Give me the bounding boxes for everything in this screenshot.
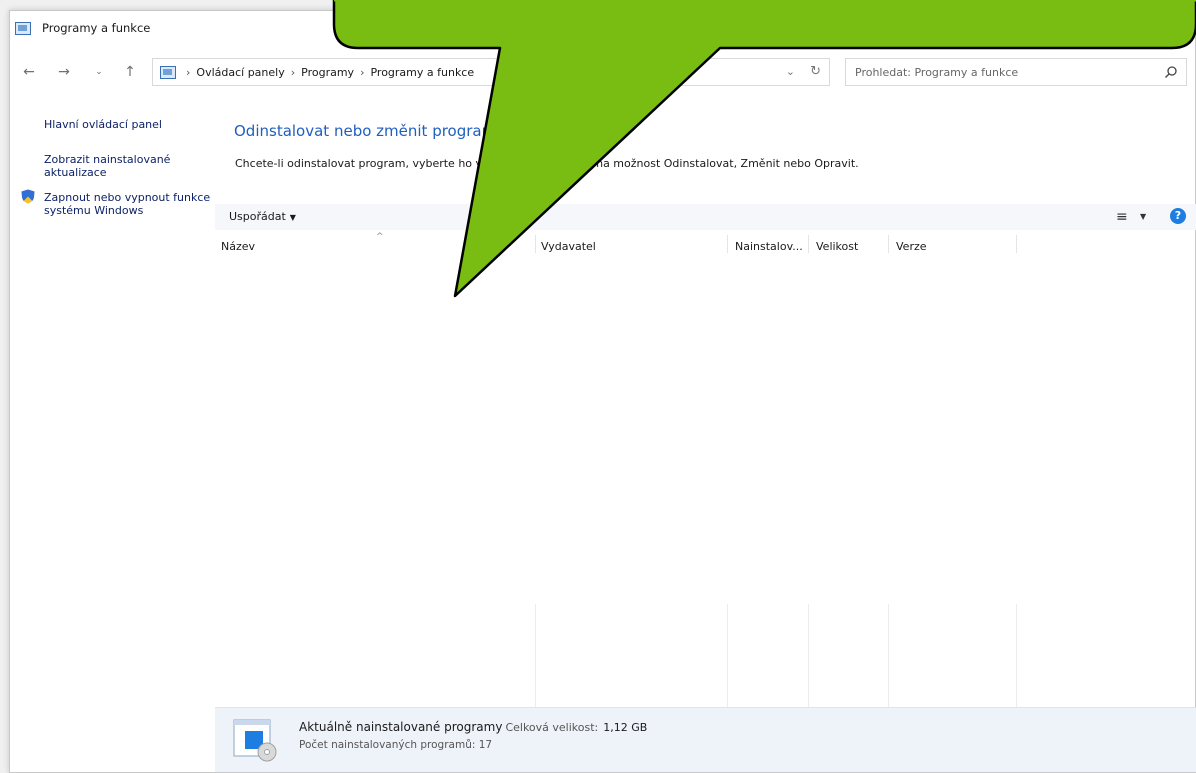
breadcrumb-separator: › (360, 65, 365, 79)
breadcrumb-control-panel[interactable]: Ovládací panely (196, 66, 284, 79)
column-divider[interactable] (888, 235, 889, 253)
column-publisher[interactable]: Vydavatel (541, 240, 596, 253)
up-button[interactable]: ↑ (120, 62, 140, 82)
column-gridline (535, 604, 536, 707)
organize-button[interactable]: Uspořádat ▼ (229, 210, 296, 223)
arrow-right-icon: → (58, 64, 70, 80)
breadcrumb-separator: › (290, 65, 296, 79)
address-bar: ← → ⌄ ↑ › Ovládací panely › Programy › P… (10, 58, 1195, 88)
control-panel-icon (160, 65, 176, 79)
column-gridline (1016, 604, 1017, 707)
programs-window: Programy a funkce ← → ⌄ ↑ › Ovládací pan… (9, 10, 1196, 773)
column-divider[interactable] (535, 235, 536, 253)
help-icon[interactable]: ? (1170, 208, 1186, 224)
column-gridline (727, 604, 728, 707)
program-count: Počet nainstalovaných programů: 17 (299, 739, 493, 751)
breadcrumb-programs-and-features[interactable]: Programy a funkce (370, 66, 474, 79)
refresh-icon[interactable]: ↻ (810, 64, 821, 79)
search-input[interactable]: Prohledat: Programy a funkce (845, 58, 1187, 86)
column-gridline (888, 604, 889, 707)
breadcrumb-separator: › (186, 65, 191, 79)
column-name[interactable]: Název (221, 240, 255, 253)
breadcrumb-programs[interactable]: Programy (301, 66, 354, 79)
status-title: Aktuálně nainstalované programy (299, 720, 503, 734)
column-divider[interactable] (1016, 235, 1017, 253)
list-view-icon[interactable]: ≡ (1116, 210, 1128, 224)
title-bar: Programy a funkce (10, 11, 1195, 45)
chevron-down-icon: ⌄ (95, 67, 103, 77)
total-size-value: 1,12 GB (603, 721, 648, 734)
search-icon[interactable] (1164, 65, 1178, 79)
page-title: Odinstalovat nebo změnit program (234, 122, 497, 140)
command-bar: Uspořádat ▼ ≡ ▼ ? (215, 204, 1196, 230)
recent-locations-button[interactable]: ⌄ (89, 62, 109, 82)
back-button[interactable]: ← (19, 62, 39, 82)
link-view-installed-updates[interactable]: Zobrazit nainstalované aktualizace (44, 153, 194, 179)
page-description: Chcete-li odinstalovat program, vyberte … (235, 157, 859, 170)
total-size-label: Celková velikost: (505, 721, 599, 734)
arrow-left-icon: ← (23, 64, 35, 80)
link-control-panel-home[interactable]: Hlavní ovládací panel (44, 118, 162, 131)
address-field[interactable]: › Ovládací panely › Programy › Programy … (152, 58, 830, 86)
caret-down-icon: ▼ (289, 213, 296, 222)
address-dropdown-icon[interactable]: ⌄ (786, 65, 795, 78)
column-size[interactable]: Velikost (816, 240, 858, 253)
forward-button[interactable]: → (54, 62, 74, 82)
column-gridline (808, 604, 809, 707)
caret-down-icon[interactable]: ▼ (1140, 212, 1146, 221)
status-summary: Aktuálně nainstalované programy Celková v… (299, 720, 647, 734)
list-header: ^ Název Vydavatel Nainstalov... Velikost… (215, 231, 1196, 255)
arrow-up-icon: ↑ (124, 64, 136, 80)
window-title: Programy a funkce (42, 21, 151, 35)
sort-ascending-icon: ^ (376, 232, 384, 242)
column-divider[interactable] (808, 235, 809, 253)
column-divider[interactable] (727, 235, 728, 253)
installed-programs-icon (233, 719, 277, 762)
search-placeholder: Prohledat: Programy a funkce (855, 66, 1019, 79)
column-version[interactable]: Verze (896, 240, 927, 253)
details-pane: Aktuálně nainstalované programy Celková v… (215, 707, 1196, 772)
column-installed-on[interactable]: Nainstalov... (735, 240, 803, 253)
link-windows-features[interactable]: Zapnout nebo vypnout funkce systému Wind… (44, 191, 214, 217)
shield-icon (21, 189, 35, 204)
organize-label: Uspořádat (229, 210, 286, 223)
control-panel-icon (15, 22, 31, 35)
